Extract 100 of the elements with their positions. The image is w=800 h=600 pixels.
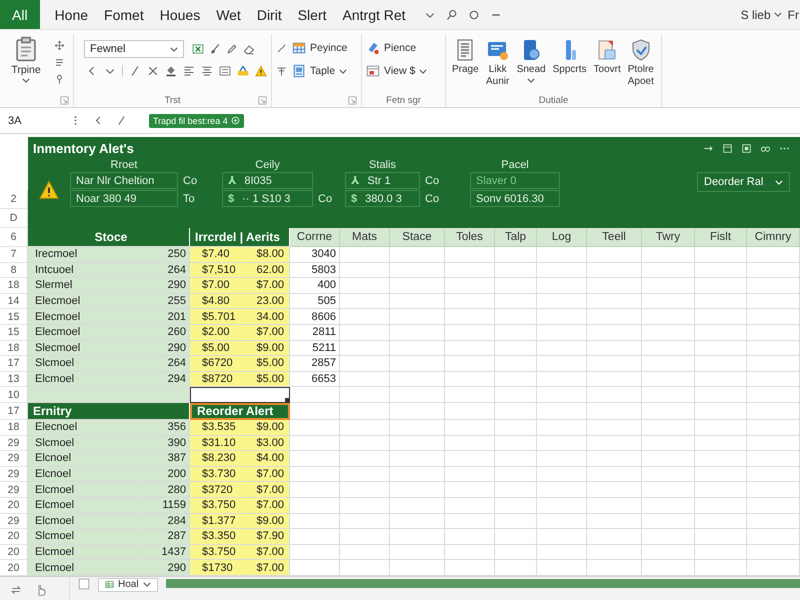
search-icon[interactable] <box>446 8 458 20</box>
input-field[interactable]: ⅄ 8I035 <box>222 172 313 189</box>
column-header[interactable]: Corrne <box>290 228 340 247</box>
frame-icon[interactable] <box>722 142 733 154</box>
field-label: Co <box>182 175 198 187</box>
slash-icon[interactable] <box>116 115 127 126</box>
quantity-cell: 390 <box>140 436 190 452</box>
filter-dropdown[interactable]: Deorder Ral <box>697 172 790 192</box>
align-left-icon[interactable] <box>183 65 195 77</box>
highlight-icon[interactable] <box>237 65 249 77</box>
column-header[interactable]: Log <box>537 228 587 247</box>
t-bar-icon[interactable] <box>276 66 287 76</box>
form-icon <box>292 64 306 78</box>
wrap-icon[interactable] <box>219 65 231 77</box>
quantity-cell: 290 <box>140 340 190 356</box>
horizontal-scrollbar[interactable] <box>166 578 800 588</box>
input-field[interactable]: $ ·· 1 S10 3 <box>222 190 313 207</box>
cross-icon[interactable] <box>147 65 159 77</box>
ribbon-button[interactable]: Pience <box>366 41 441 55</box>
launcher-icon[interactable] <box>348 96 357 104</box>
eraser-icon[interactable] <box>243 43 255 55</box>
column-header[interactable]: Stace <box>390 228 445 247</box>
item-name-cell: Elcmoel <box>28 560 140 576</box>
sheet-tab[interactable]: Hoal <box>98 578 158 592</box>
ribbon-button[interactable]: Prage <box>450 36 481 93</box>
ribbon-button[interactable]: Ptolre Apoet <box>626 36 656 93</box>
spreadsheet-icon[interactable] <box>192 43 204 55</box>
group-label: Dutiale <box>538 94 568 106</box>
price-cell: $7.00 <box>190 278 240 294</box>
formula-chip[interactable]: Trapd fil best:rea 4 <box>149 114 244 128</box>
align-center-icon[interactable] <box>201 65 213 77</box>
price-cell: $3.750 <box>190 544 240 560</box>
ribbon-tab[interactable]: Dirit <box>248 0 290 29</box>
row-number: 20 <box>0 544 28 560</box>
field-label: Co <box>424 175 440 187</box>
item-name-cell: Irecmoel <box>28 247 140 263</box>
selected-cell[interactable] <box>190 387 290 403</box>
column-header[interactable]: Cimnry <box>747 228 800 247</box>
brush-icon[interactable] <box>209 43 221 55</box>
price-cell: $3.730 <box>190 466 240 482</box>
launcher-icon[interactable] <box>60 96 69 104</box>
column-header[interactable]: Fislt <box>695 228 747 247</box>
fill-color-icon[interactable] <box>165 65 177 77</box>
slash-icon[interactable] <box>129 65 141 77</box>
alert-price-cell: $9.00 <box>240 420 290 436</box>
ribbon-tab[interactable]: All <box>0 0 40 29</box>
ribbon-tab[interactable]: Fomet <box>96 0 152 29</box>
input-field[interactable]: Sonv 6016.30 <box>470 190 560 207</box>
quantity-cell: 1437 <box>140 544 190 560</box>
item-name-cell: Elecmoel <box>28 294 140 310</box>
name-box[interactable]: 3A <box>0 108 70 133</box>
ribbon-button[interactable]: View $ <box>366 64 441 78</box>
field-symbol: $ <box>228 192 234 204</box>
column-header[interactable]: Twry <box>642 228 695 247</box>
cross-arrows-icon[interactable] <box>54 40 65 51</box>
nested-squares-icon[interactable] <box>741 142 752 154</box>
square-icon[interactable] <box>78 578 90 590</box>
account-menu[interactable]: S lieb <box>736 8 786 22</box>
paste-button[interactable]: Trpine <box>4 34 48 93</box>
grid-icon <box>105 580 114 590</box>
circle-icon[interactable] <box>468 8 480 20</box>
pen-icon[interactable] <box>276 42 287 54</box>
ribbon-button[interactable]: Taple <box>292 64 348 78</box>
input-field[interactable]: $ 380.0 3 <box>345 190 420 207</box>
quantity-cell: 280 <box>140 482 190 498</box>
ribbon-tab[interactable]: Houes <box>152 0 208 29</box>
ribbon-button[interactable]: Snead <box>514 36 548 93</box>
input-field[interactable]: Nar Nlr Cheltion <box>70 172 178 189</box>
pointing-hand-icon[interactable] <box>36 584 48 596</box>
caret-icon <box>170 46 178 52</box>
ribbon-tab[interactable]: Wet <box>208 0 249 29</box>
ribbon-button[interactable]: Likk Aunir <box>484 36 512 93</box>
alert-price-cell: $5.00 <box>240 356 290 372</box>
ribbon-tab[interactable]: Slert <box>290 0 335 29</box>
input-field[interactable]: Noar 380 49 <box>70 190 178 207</box>
ribbon-button[interactable]: Sppcrts <box>550 36 589 93</box>
input-field[interactable]: Slaver 0 <box>470 172 560 189</box>
table-icon <box>292 41 306 55</box>
column-header[interactable]: Toles <box>445 228 495 247</box>
column-header[interactable]: Talp <box>495 228 537 247</box>
font-field[interactable]: Fewnel <box>84 40 184 58</box>
ribbon-button[interactable]: Toovrt <box>592 36 623 93</box>
row-number: 2 <box>0 190 28 209</box>
warning-icon <box>38 180 60 200</box>
launcher-icon[interactable] <box>258 96 267 104</box>
warning-icon[interactable] <box>255 65 267 77</box>
paint-icon <box>366 41 380 55</box>
input-field[interactable]: ⅄ Str 1 <box>345 172 420 189</box>
row-number: 14 <box>0 294 28 310</box>
pin-icon[interactable] <box>54 74 65 85</box>
field-label: To <box>182 193 196 205</box>
ribbon-tab[interactable]: Hone <box>46 0 96 29</box>
ribbon-tab[interactable]: Antrgt Ret <box>334 0 414 29</box>
quantity-cell: 201 <box>140 309 190 325</box>
column-header[interactable]: Teell <box>587 228 642 247</box>
pencil-icon[interactable] <box>226 43 238 55</box>
lines-icon[interactable] <box>54 57 65 68</box>
ribbon-button[interactable]: Peyince <box>292 41 348 55</box>
column-header[interactable]: Mats <box>340 228 390 247</box>
swap-icon[interactable] <box>10 584 22 596</box>
